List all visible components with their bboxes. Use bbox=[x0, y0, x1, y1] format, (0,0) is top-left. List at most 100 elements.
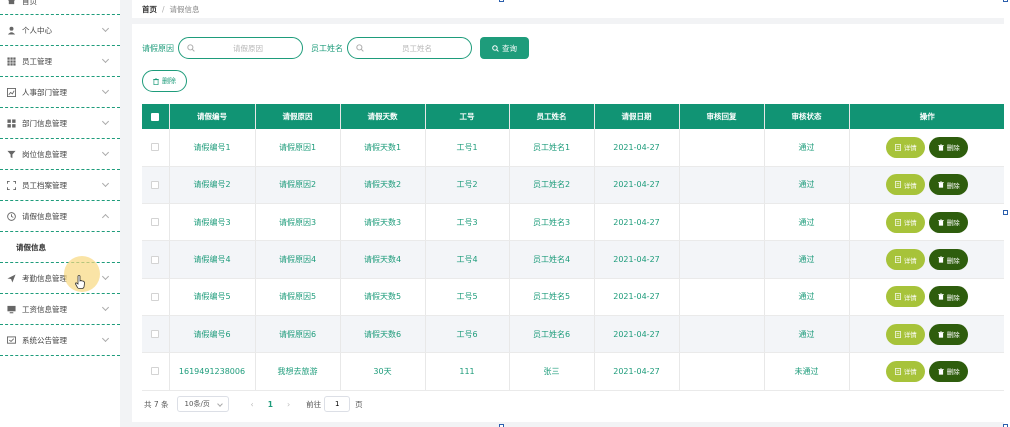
table-cell: 2021-04-27 bbox=[594, 240, 680, 279]
table-cell: 工号6 bbox=[425, 315, 510, 354]
trash-icon bbox=[937, 368, 944, 375]
table-cell: 2021-04-27 bbox=[594, 166, 680, 205]
page-size-value: 10条/页 bbox=[184, 400, 210, 408]
column-header[interactable]: 请假日期 bbox=[594, 104, 680, 129]
selection-handle bbox=[1003, 210, 1008, 215]
sidebar-item-hr-department-management[interactable]: 人事部门管理 bbox=[0, 77, 120, 108]
sidebar-item-label: 人事部门管理 bbox=[22, 87, 67, 97]
detail-button[interactable]: 详情 bbox=[886, 211, 926, 233]
sidebar-item-position-info-management[interactable]: 岗位信息管理 bbox=[0, 139, 120, 170]
sidebar-item-label: 首页 bbox=[22, 0, 37, 6]
document-icon bbox=[894, 143, 901, 151]
row-checkbox[interactable] bbox=[151, 292, 160, 301]
table-cell: 2021-04-27 bbox=[594, 315, 680, 354]
row-select-cell bbox=[142, 315, 170, 354]
document-icon bbox=[894, 256, 901, 264]
select-all-checkbox[interactable] bbox=[151, 113, 160, 121]
employee-name-search-field bbox=[347, 37, 472, 59]
detail-button[interactable]: 详情 bbox=[886, 174, 926, 196]
delete-button-label: 删除 bbox=[946, 181, 960, 190]
employee-name-search-input[interactable] bbox=[368, 41, 466, 55]
chevron-down-icon bbox=[101, 86, 110, 95]
column-header[interactable]: 审核状态 bbox=[764, 104, 850, 129]
table-cell: 请假天数3 bbox=[340, 203, 426, 242]
message-icon bbox=[7, 335, 16, 345]
table-cell: 员工姓名6 bbox=[509, 315, 595, 354]
column-header[interactable]: 请假原因 bbox=[255, 104, 341, 129]
page-size-select[interactable]: 10条/页 bbox=[176, 396, 229, 412]
reason-search-input[interactable] bbox=[199, 41, 297, 55]
search-button-label: 查询 bbox=[502, 43, 517, 53]
document-icon bbox=[894, 218, 901, 226]
column-header[interactable]: 审核回复 bbox=[679, 104, 765, 129]
breadcrumb-home[interactable]: 首页 bbox=[142, 4, 157, 15]
row-checkbox[interactable] bbox=[151, 330, 160, 339]
detail-button[interactable]: 详情 bbox=[886, 286, 926, 308]
sidebar-item-salary-info-management[interactable]: 工资信息管理 bbox=[0, 294, 120, 325]
table-cell: 请假编号5 bbox=[169, 278, 256, 316]
row-checkbox[interactable] bbox=[151, 255, 160, 264]
table-cell: 请假编号1 bbox=[169, 129, 256, 167]
table-cell: 请假原因3 bbox=[255, 203, 341, 242]
sidebar-item-leave-info-management[interactable]: 请假信息管理 bbox=[0, 201, 120, 232]
search-row: 请假原因 员工姓名 查询 bbox=[142, 37, 529, 59]
goto-page-input[interactable] bbox=[324, 396, 351, 412]
selection-handle bbox=[499, 0, 504, 2]
row-checkbox[interactable] bbox=[151, 180, 160, 189]
page-number[interactable]: 1 bbox=[268, 400, 273, 409]
row-checkbox[interactable] bbox=[151, 367, 160, 376]
row-checkbox[interactable] bbox=[151, 218, 160, 227]
row-select-cell bbox=[142, 129, 170, 167]
sidebar-subitem-leave-info[interactable]: 请假信息 bbox=[0, 232, 120, 263]
sidebar-item-employee-archive-management[interactable]: 员工档案管理 bbox=[0, 170, 120, 201]
search-icon bbox=[356, 44, 364, 52]
table-cell bbox=[679, 352, 765, 391]
sidebar-item-home[interactable]: 首页 bbox=[0, 0, 120, 15]
column-header[interactable]: 请假编号 bbox=[169, 104, 256, 129]
detail-button[interactable]: 详情 bbox=[886, 323, 926, 345]
column-header[interactable]: 请假天数 bbox=[340, 104, 426, 129]
table-cell: 工号2 bbox=[425, 166, 510, 205]
delete-button[interactable]: 删除 bbox=[929, 249, 969, 271]
row-actions-cell: 详情 删除 bbox=[849, 203, 1005, 242]
table-cell: 员工姓名4 bbox=[509, 240, 595, 279]
sidebar-item-label: 请假信息管理 bbox=[22, 211, 67, 221]
sidebar-item-personal-center[interactable]: 个人中心 bbox=[0, 15, 120, 46]
delete-button[interactable]: 删除 bbox=[929, 211, 969, 233]
detail-button[interactable]: 详情 bbox=[886, 136, 926, 158]
delete-button[interactable]: 删除 bbox=[929, 174, 969, 196]
table-row: 请假编号1 请假原因1 请假天数1 工号1 员工姓名1 2021-04-27 通过 详情 删除 bbox=[142, 129, 1005, 167]
frame-icon bbox=[7, 180, 16, 190]
document-icon bbox=[894, 293, 901, 301]
delete-button-label: 删除 bbox=[946, 144, 960, 153]
table-cell: 员工姓名3 bbox=[509, 203, 595, 242]
next-page-button[interactable]: › bbox=[287, 400, 290, 409]
sidebar-item-department-info-management[interactable]: 部门信息管理 bbox=[0, 108, 120, 139]
column-header[interactable]: 工号 bbox=[425, 104, 510, 129]
detail-button[interactable]: 详情 bbox=[886, 249, 926, 271]
sidebar-item-attendance-info-management[interactable]: 考勤信息管理 bbox=[0, 263, 120, 294]
column-header[interactable]: 员工姓名 bbox=[509, 104, 595, 129]
delete-button[interactable]: 删除 bbox=[929, 323, 969, 345]
sidebar-item-label: 部门信息管理 bbox=[22, 118, 67, 128]
chevron-down-icon bbox=[101, 334, 110, 343]
table-cell: 请假原因1 bbox=[255, 129, 341, 167]
chevron-down-icon bbox=[216, 401, 223, 407]
delete-button[interactable]: 删除 bbox=[929, 136, 969, 158]
batch-delete-button[interactable]: 删除 bbox=[142, 70, 187, 92]
search-button[interactable]: 查询 bbox=[480, 37, 529, 59]
sidebar-item-system-announcement-management[interactable]: 系统公告管理 bbox=[0, 325, 120, 356]
table-cell bbox=[679, 166, 765, 205]
prev-page-button[interactable]: ‹ bbox=[251, 400, 254, 409]
user-icon bbox=[7, 26, 16, 35]
document-icon bbox=[894, 181, 901, 189]
document-icon bbox=[894, 367, 901, 375]
batch-delete-label: 删除 bbox=[162, 78, 176, 85]
detail-button[interactable]: 详情 bbox=[886, 360, 926, 382]
sidebar-item-label: 岗位信息管理 bbox=[22, 149, 67, 159]
table-cell: 请假天数6 bbox=[340, 315, 426, 354]
row-checkbox[interactable] bbox=[151, 143, 160, 152]
sidebar-item-employee-management[interactable]: 员工管理 bbox=[0, 46, 120, 77]
delete-button[interactable]: 删除 bbox=[929, 360, 969, 382]
delete-button[interactable]: 删除 bbox=[929, 286, 969, 308]
